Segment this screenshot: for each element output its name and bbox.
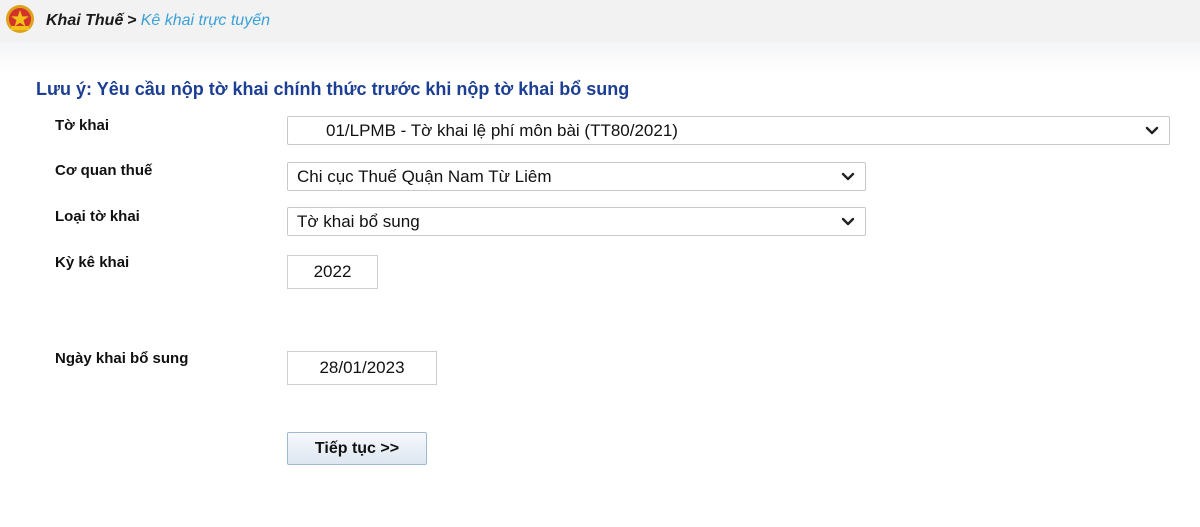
- to-khai-select[interactable]: 01/LPMB - Tờ khai lệ phí môn bài (TT80/2…: [287, 116, 1170, 145]
- chevron-down-icon: [837, 211, 859, 233]
- ngay-khai-bo-sung-label: Ngày khai bổ sung: [55, 350, 189, 367]
- co-quan-thue-value: Chi cục Thuế Quận Nam Từ Liêm: [297, 166, 552, 186]
- ngay-khai-bo-sung-input[interactable]: 28/01/2023: [287, 351, 437, 385]
- continue-button[interactable]: Tiếp tục >>: [287, 432, 427, 465]
- breadcrumb-separator: >: [127, 12, 137, 29]
- breadcrumb-root[interactable]: Khai Thuế: [46, 12, 123, 29]
- notice-text: Lưu ý: Yêu cầu nộp tờ khai chính thức tr…: [36, 79, 630, 99]
- chevron-down-icon: [1141, 120, 1163, 142]
- ky-ke-khai-input[interactable]: 2022: [287, 255, 378, 289]
- breadcrumb: Khai Thuế > Kê khai trực tuyến: [46, 12, 270, 30]
- header-bar: Khai Thuế > Kê khai trực tuyến: [0, 0, 1200, 42]
- co-quan-thue-select[interactable]: Chi cục Thuế Quận Nam Từ Liêm: [287, 162, 866, 191]
- to-khai-label: Tờ khai: [55, 117, 110, 134]
- chevron-down-icon: [837, 166, 859, 188]
- loai-to-khai-value: Tờ khai bổ sung: [297, 211, 420, 231]
- loai-to-khai-select[interactable]: Tờ khai bổ sung: [287, 207, 866, 236]
- loai-to-khai-label: Loại tờ khai: [55, 208, 140, 225]
- to-khai-value: 01/LPMB - Tờ khai lệ phí môn bài (TT80/2…: [326, 120, 678, 140]
- header-fade: [0, 42, 1200, 74]
- co-quan-thue-label: Cơ quan thuế: [55, 162, 153, 179]
- national-emblem-icon: [6, 5, 34, 33]
- ky-ke-khai-label: Kỳ kê khai: [55, 254, 130, 271]
- breadcrumb-current[interactable]: Kê khai trực tuyến: [141, 12, 270, 29]
